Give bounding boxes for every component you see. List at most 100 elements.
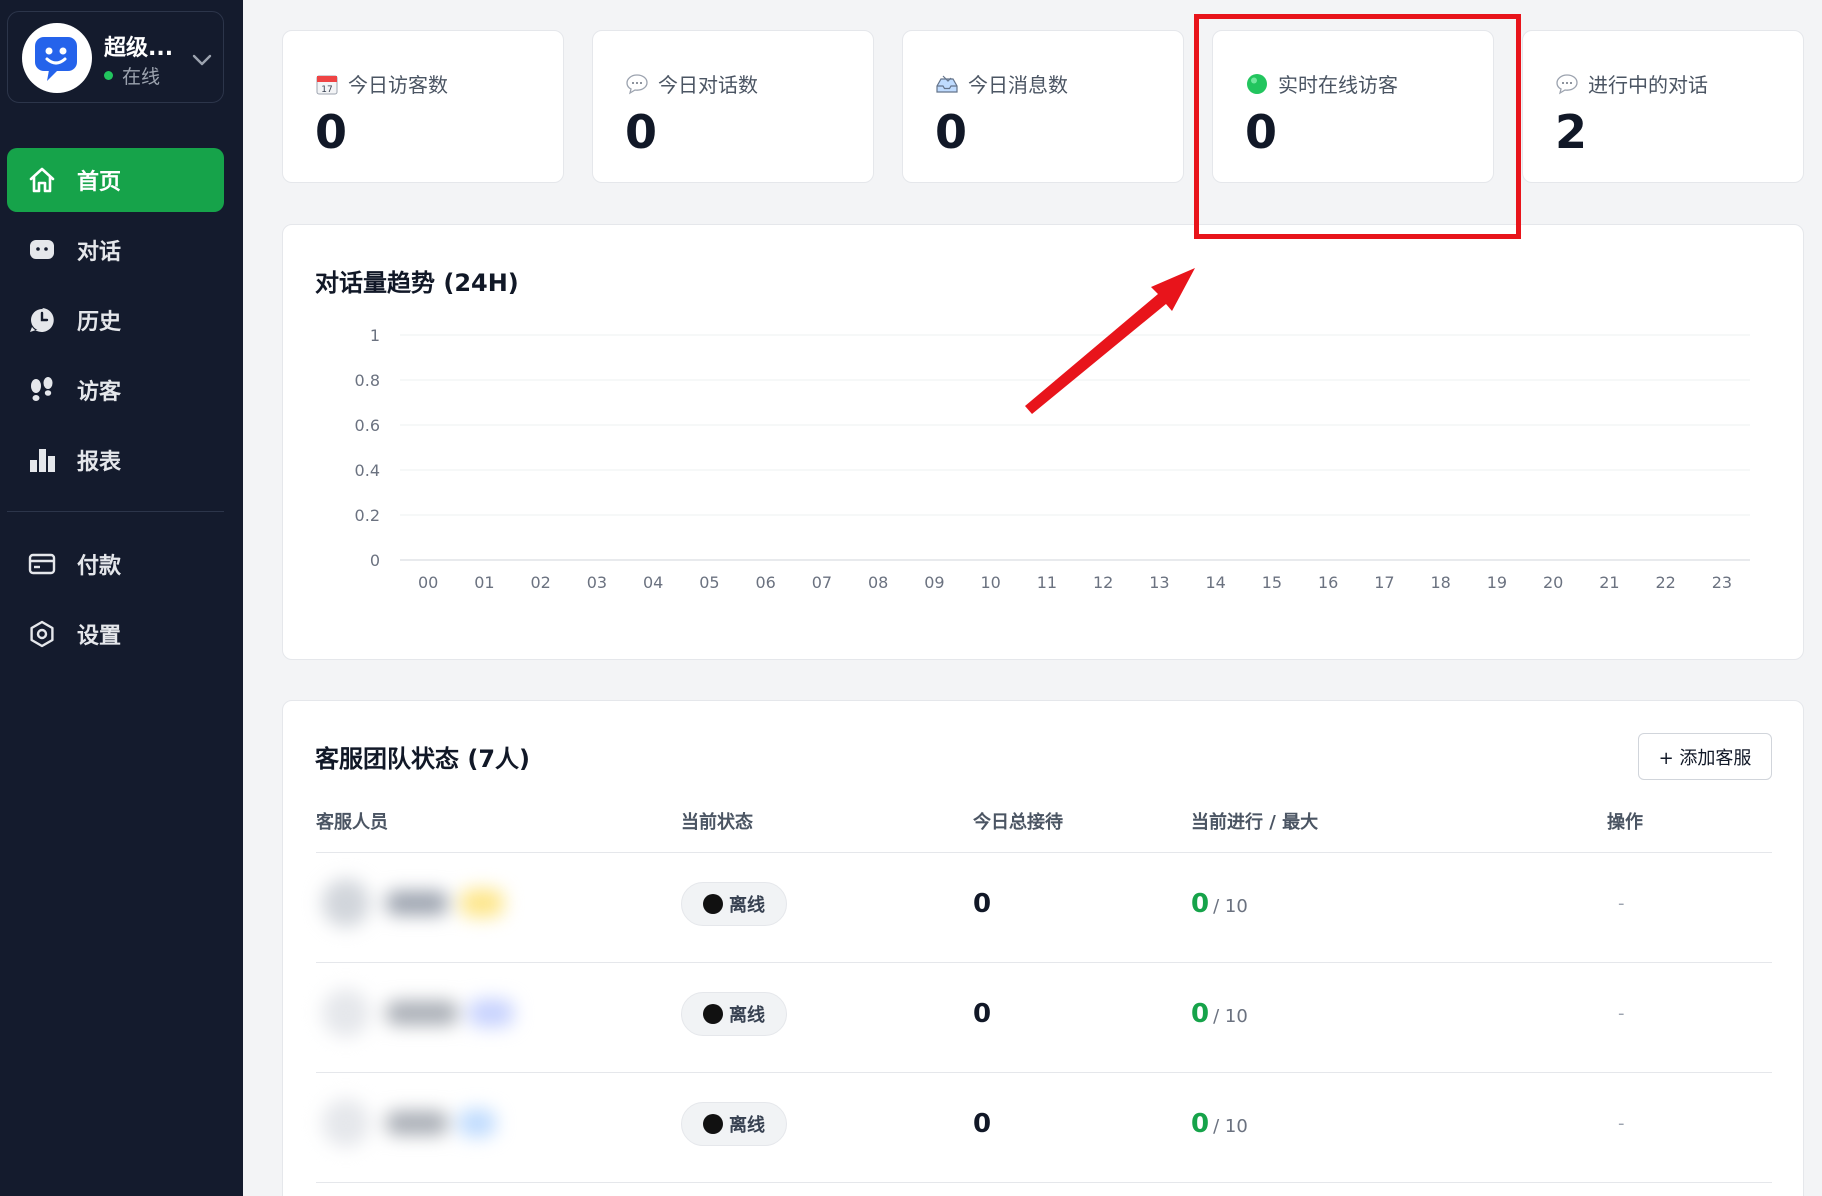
sidebar-item-label: 访客 (77, 380, 122, 405)
x-tick-label: 13 (1149, 573, 1169, 592)
team-status-card: 客服团队状态 (7人) + 添加客服 客服人员 当前状态 今日总接待 当前进行 … (282, 700, 1804, 1196)
sidebar-item-settings[interactable]: 设置 (7, 602, 224, 666)
y-tick-label: 0.8 (355, 371, 380, 390)
annotation-highlight-box (1194, 14, 1521, 239)
svg-text:17: 17 (321, 85, 332, 95)
x-tick-label: 14 (1205, 573, 1225, 592)
status-badge: 离线 (681, 1102, 787, 1146)
sidebar-item-label: 设置 (77, 624, 122, 649)
stat-value: 0 (315, 105, 348, 159)
column-header-agent: 客服人员 (316, 812, 388, 833)
history-icon (27, 305, 57, 335)
current-load: 0/ 10 (1191, 1109, 1248, 1139)
max-value: / 10 (1213, 1006, 1248, 1027)
x-tick-label: 09 (924, 573, 944, 592)
sidebar-item-label: 首页 (77, 170, 122, 195)
stat-label-text: 今日消息数 (968, 73, 1068, 97)
x-tick-label: 10 (980, 573, 1000, 592)
status-badge-text: 离线 (729, 1115, 765, 1136)
x-tick-label: 23 (1712, 573, 1732, 592)
max-value: / 10 (1213, 1116, 1248, 1137)
x-tick-label: 04 (643, 573, 663, 592)
max-value: / 10 (1213, 896, 1248, 917)
sidebar-item-home[interactable]: 首页 (7, 148, 224, 212)
y-tick-label: 1 (370, 326, 380, 345)
sidebar-item-label: 付款 (77, 554, 122, 579)
today-total-value: 0 (973, 1109, 992, 1139)
column-header-current: 当前进行 / 最大 (1191, 812, 1319, 833)
x-tick-label: 12 (1093, 573, 1113, 592)
chart-card: 对话量趋势 (24H) 1 0.8 0.6 0.4 0.2 0 00 01 02 03 04 05 0… (282, 224, 1804, 660)
table-row: 离线 0 0/ 10 - (283, 963, 1805, 1073)
y-tick-label: 0 (370, 551, 380, 570)
offline-dot-icon (703, 1114, 723, 1134)
x-tick-label: 22 (1655, 573, 1675, 592)
table-row: 离线 0 0/ 10 - (283, 853, 1805, 963)
x-tick-label: 15 (1262, 573, 1282, 592)
y-tick-label: 0.6 (355, 416, 380, 435)
table-divider (316, 1182, 1772, 1183)
today-total-value: 0 (973, 999, 992, 1029)
stat-label-text: 今日对话数 (658, 73, 758, 97)
trend-chart: 1 0.8 0.6 0.4 0.2 0 00 01 02 03 04 05 06 07 08 09 10 11 1… (355, 326, 1750, 592)
current-load: 0/ 10 (1191, 889, 1248, 919)
sidebar-item-reports[interactable]: 报表 (7, 428, 224, 492)
footprints-icon (27, 375, 57, 405)
chat-icon (27, 235, 57, 265)
stat-label-text: 进行中的对话 (1588, 73, 1708, 97)
y-tick-label: 0.2 (355, 506, 380, 525)
stat-value: 0 (935, 105, 968, 159)
speech-bubble-icon (1555, 72, 1579, 96)
status-badge: 离线 (681, 882, 787, 926)
x-tick-label: 20 (1543, 573, 1563, 592)
stat-value: 2 (1555, 105, 1588, 159)
x-tick-label: 03 (587, 573, 607, 592)
x-tick-label: 00 (418, 573, 438, 592)
status-badge: 离线 (681, 992, 787, 1036)
row-action: - (1618, 1003, 1625, 1024)
profile-switcher[interactable]: 超级... 在线 (7, 11, 224, 103)
sidebar-divider (7, 511, 224, 512)
profile-name: 超级... (104, 36, 174, 61)
sidebar-item-label: 历史 (77, 310, 122, 335)
stat-card-chats-today: 今日对话数 0 (592, 30, 874, 183)
x-tick-label: 06 (755, 573, 775, 592)
stat-card-messages-today: 今日消息数 0 (902, 30, 1184, 183)
credit-card-icon (27, 549, 57, 579)
row-action: - (1618, 893, 1625, 914)
column-header-action: 操作 (1607, 812, 1643, 833)
status-badge-text: 离线 (729, 1005, 765, 1026)
stat-card-active-chats: 进行中的对话 2 (1522, 30, 1804, 183)
sidebar-item-payment[interactable]: 付款 (7, 532, 224, 596)
offline-dot-icon (703, 1004, 723, 1024)
table-row: 离线 0 0/ 10 - (283, 1073, 1805, 1183)
current-value: 0 (1191, 889, 1210, 919)
x-tick-label: 16 (1318, 573, 1338, 592)
sidebar-item-history[interactable]: 历史 (7, 288, 224, 352)
x-tick-label: 18 (1430, 573, 1450, 592)
bar-chart-icon (27, 445, 57, 475)
offline-dot-icon (703, 894, 723, 914)
online-dot-icon (104, 71, 113, 80)
profile-status: 在线 (104, 62, 160, 89)
sidebar-item-chat[interactable]: 对话 (7, 218, 224, 282)
current-value: 0 (1191, 999, 1210, 1029)
x-tick-label: 19 (1487, 573, 1507, 592)
sidebar-item-visitors[interactable]: 访客 (7, 358, 224, 422)
current-load: 0/ 10 (1191, 999, 1248, 1029)
x-tick-label: 02 (530, 573, 550, 592)
agent-identity-blurred (316, 1095, 526, 1151)
speech-bubble-icon (625, 72, 649, 96)
sidebar: 超级... 在线 首页 对话 历史 访客 报表 付款 设置 (0, 0, 243, 1196)
stat-label: 17 今日访客数 (315, 69, 448, 98)
add-agent-button[interactable]: + 添加客服 (1638, 733, 1772, 780)
home-icon (27, 165, 57, 195)
chevron-down-icon[interactable] (192, 52, 212, 71)
sidebar-item-label: 对话 (77, 240, 122, 265)
row-action: - (1618, 1113, 1625, 1134)
agent-identity-blurred (316, 875, 526, 931)
x-tick-label: 07 (812, 573, 832, 592)
profile-status-text: 在线 (122, 66, 161, 88)
x-tick-label: 11 (1037, 573, 1057, 592)
team-title: 客服团队状态 (7人) (315, 745, 530, 773)
